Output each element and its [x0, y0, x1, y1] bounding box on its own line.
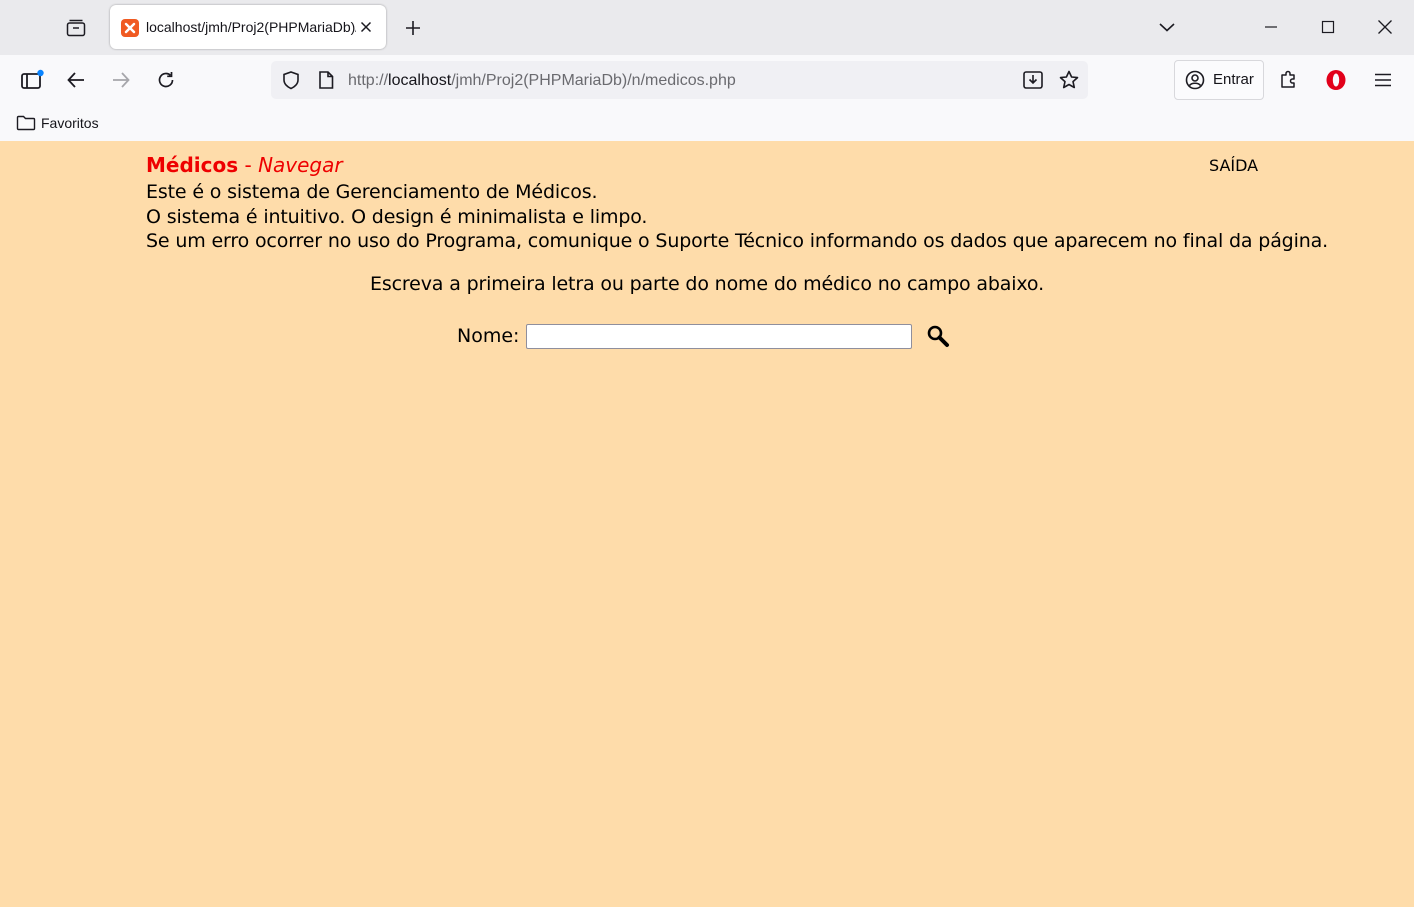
url-text[interactable]: http://localhost/jmh/Proj2(PHPMariaDb)/n…	[348, 72, 736, 90]
minimize-icon	[1265, 26, 1277, 28]
tab-title: localhost/jmh/Proj2(PHPMariaDb)/n/medico…	[146, 19, 356, 35]
intro-line: Este é o sistema de Gerenciamento de Méd…	[146, 181, 598, 203]
intro-text: Este é o sistema de Gerenciamento de Méd…	[146, 180, 1328, 254]
browser-chrome: localhost/jmh/Proj2(PHPMariaDb)/n/medico…	[0, 0, 1414, 142]
page-title-separator: -	[238, 153, 259, 177]
bookmark-star-icon[interactable]	[1058, 69, 1080, 95]
search-form: Nome:	[457, 321, 952, 351]
extensions-button[interactable]	[1272, 63, 1306, 97]
address-bar[interactable]: http://localhost/jmh/Proj2(PHPMariaDb)/n…	[271, 61, 1088, 99]
search-icon	[928, 325, 950, 347]
bookmark-folder-favoritos[interactable]: Favoritos	[16, 113, 99, 133]
bookmarks-toolbar: Favoritos	[0, 105, 1414, 141]
page-title: Médicos - Navegar	[146, 153, 343, 177]
app-menu-button[interactable]	[1366, 63, 1400, 97]
tab-close-button[interactable]	[356, 17, 376, 37]
list-all-tabs-button[interactable]	[1150, 10, 1184, 44]
exit-link[interactable]: SAÍDA	[1209, 156, 1258, 175]
signin-label: Entrar	[1213, 71, 1254, 88]
save-to-pocket-icon[interactable]	[1022, 69, 1044, 95]
opera-extension-button[interactable]	[1319, 63, 1353, 97]
plus-icon	[406, 21, 420, 35]
tab-manager-button[interactable]	[59, 11, 93, 45]
minimize-button[interactable]	[1254, 10, 1288, 44]
page-title-main: Médicos	[146, 153, 239, 177]
puzzle-piece-icon	[1281, 70, 1295, 88]
bookmark-label: Favoritos	[41, 115, 99, 131]
reload-icon	[158, 72, 174, 88]
name-field-label: Nome:	[457, 325, 520, 347]
new-tab-button[interactable]	[396, 11, 430, 45]
page-title-sub: Navegar	[258, 153, 343, 177]
arrow-right-icon	[113, 72, 130, 88]
reload-button[interactable]	[149, 63, 183, 97]
maximize-icon	[1321, 20, 1335, 34]
maximize-button[interactable]	[1311, 10, 1345, 44]
account-signin-button[interactable]: Entrar	[1174, 60, 1264, 100]
sidebar-button[interactable]	[15, 63, 49, 97]
back-button[interactable]	[59, 63, 93, 97]
intro-line: O sistema é intuitivo. O design é minima…	[146, 205, 648, 228]
page-content: Médicos - Navegar SAÍDA Este é o sistema…	[0, 141, 1414, 907]
navigation-toolbar: http://localhost/jmh/Proj2(PHPMariaDb)/n…	[0, 55, 1414, 105]
arrow-left-icon	[67, 72, 84, 88]
url-path: /jmh/Proj2(PHPMariaDb)/n/medicos.php	[451, 72, 736, 89]
close-icon	[360, 21, 372, 33]
search-button[interactable]	[924, 322, 952, 350]
url-scheme: http://	[348, 72, 389, 89]
opera-logo-icon	[1326, 70, 1346, 90]
instruction-text: Escreva a primeira letra ou parte do nom…	[370, 273, 1044, 295]
tab-strip: localhost/jmh/Proj2(PHPMariaDb)/n/medico…	[0, 0, 1414, 55]
page-info-icon[interactable]	[317, 70, 335, 94]
xampp-favicon-icon	[121, 19, 139, 37]
url-host: localhost	[388, 72, 452, 89]
sidebar-icon	[21, 69, 44, 89]
close-icon	[1378, 20, 1392, 34]
account-icon	[1185, 70, 1205, 94]
tab-active[interactable]: localhost/jmh/Proj2(PHPMariaDb)/n/medico…	[110, 5, 386, 49]
tab-manager-icon	[66, 19, 86, 37]
forward-button[interactable]	[104, 63, 138, 97]
chevron-down-icon	[1159, 23, 1175, 32]
hamburger-menu-icon	[1375, 73, 1391, 87]
close-window-button[interactable]	[1368, 10, 1402, 44]
intro-line: Se um erro ocorrer no uso do Programa, c…	[146, 230, 1328, 252]
shield-icon[interactable]	[281, 70, 301, 94]
folder-icon	[16, 115, 36, 131]
name-search-input[interactable]	[526, 323, 913, 349]
